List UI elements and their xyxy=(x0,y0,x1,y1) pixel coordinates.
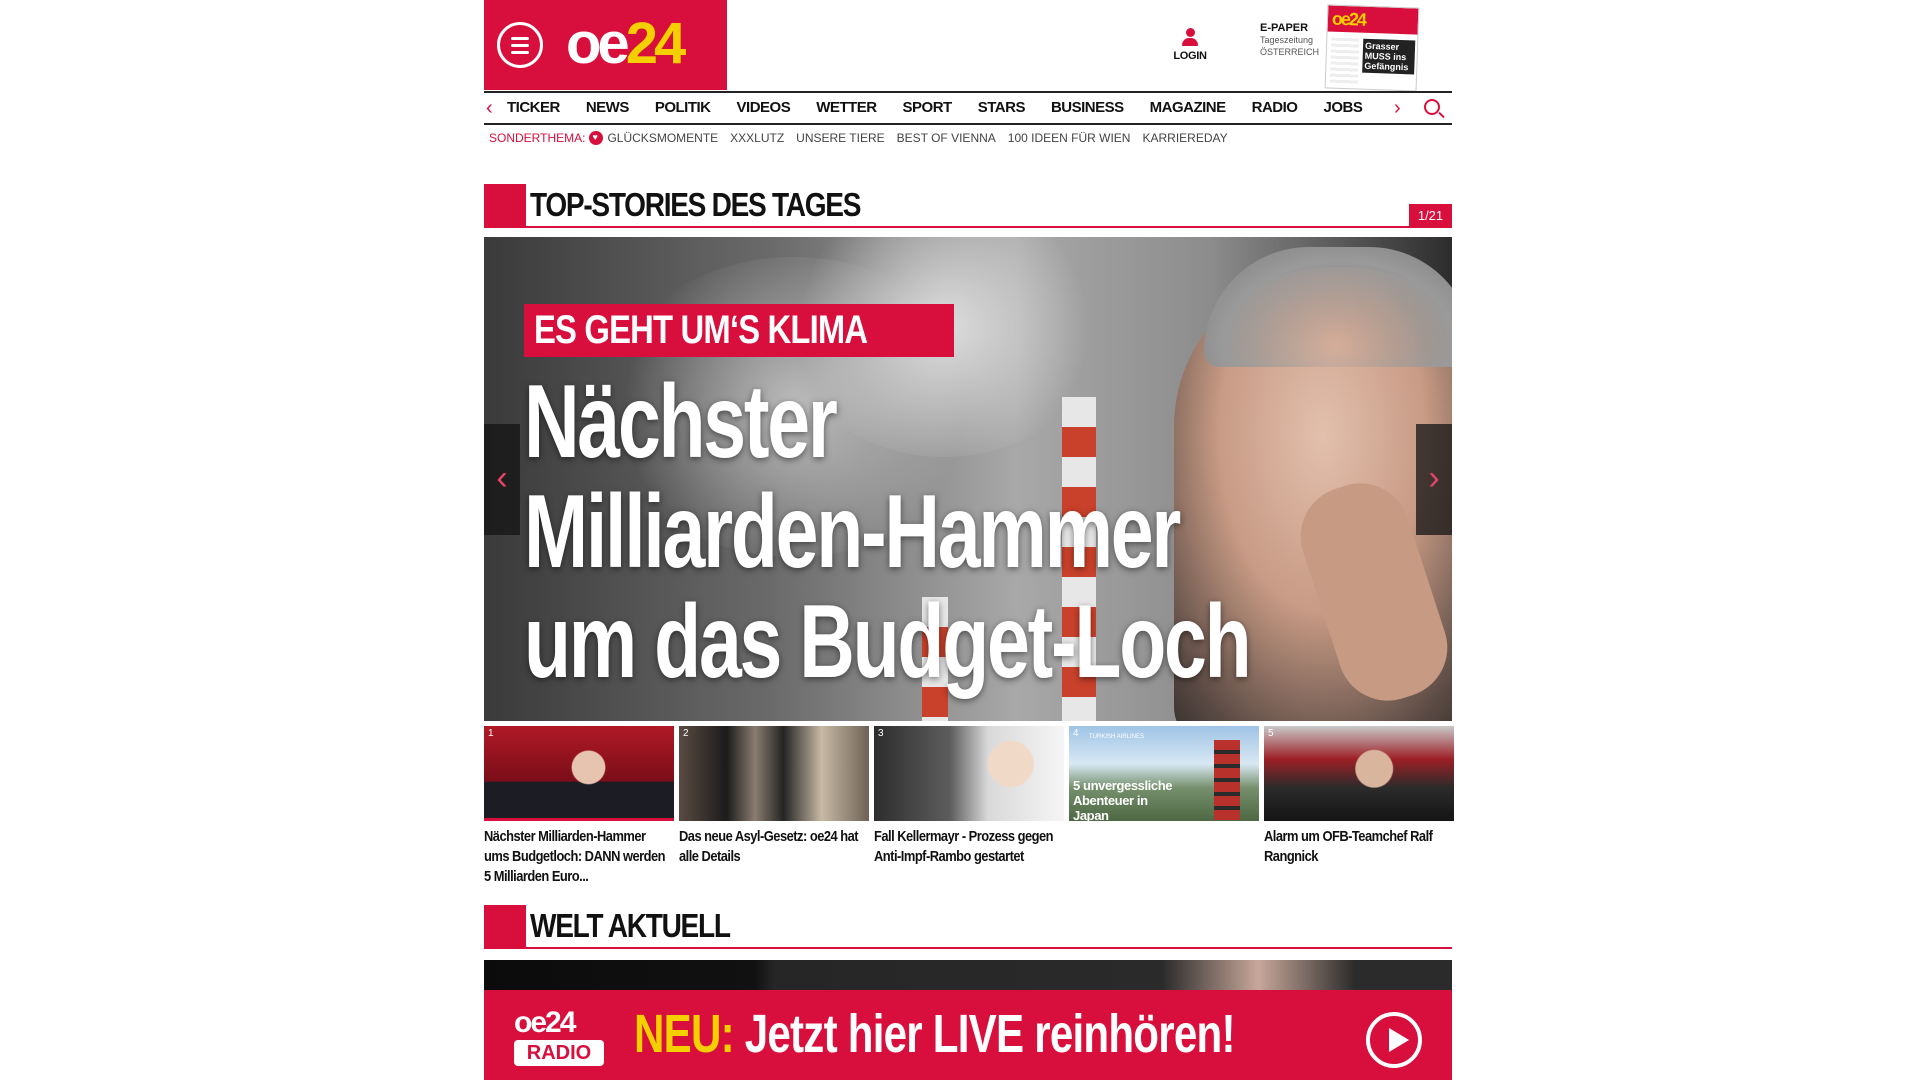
play-icon[interactable] xyxy=(1366,1012,1422,1068)
oe24-logo[interactable]: oe24 xyxy=(566,14,686,74)
radio-banner-text: NEU: Jetzt hier LIVE reinhören! xyxy=(634,1004,1235,1064)
hero-story[interactable]: ES GEHT UM‘S KLIMA Nächster Milliarden-H… xyxy=(484,237,1452,721)
nav-item-business[interactable]: BUSINESS xyxy=(1051,99,1124,116)
topic-karriereday[interactable]: KARRIEREDAY xyxy=(1142,131,1227,145)
teaser-image: 3 xyxy=(874,726,1064,821)
teaser-image: 4 TURKISH AIRLINES 5 unvergessliche Aben… xyxy=(1069,726,1259,821)
epaper-cover-thumbnail[interactable]: oe24 Grasser MUSS ins Gefängnis xyxy=(1324,4,1420,92)
teaser-image: 5 xyxy=(1264,726,1454,821)
welt-aktuell-header: WELT AKTUELL xyxy=(484,905,1452,949)
main-navigation: ‹ TICKER NEWS POLITIK VIDEOS WETTER SPOR… xyxy=(484,91,1452,125)
nav-item-jobs[interactable]: JOBS xyxy=(1323,99,1362,116)
nav-list: TICKER NEWS POLITIK VIDEOS WETTER SPORT … xyxy=(507,99,1388,116)
teaser-1[interactable]: 1 Nächster Milliarden-Hammer ums Budgetl… xyxy=(484,726,674,887)
teaser-4[interactable]: 4 TURKISH AIRLINES 5 unvergessliche Aben… xyxy=(1069,726,1259,887)
login-button[interactable]: LOGIN xyxy=(1168,28,1212,62)
section-marker xyxy=(484,905,526,949)
topic-100-ideen[interactable]: 100 IDEEN FÜR WIEN xyxy=(1008,131,1131,145)
special-topics-bar: SONDERTHEMA: GLÜCKSMOMENTE XXXLUTZ UNSER… xyxy=(489,131,1240,145)
page: oe24 LOGIN E-PAPER Tageszeitung ÖSTERREI… xyxy=(484,0,1454,1080)
carousel-prev-button[interactable]: ‹ xyxy=(484,424,520,535)
heart-icon xyxy=(589,131,604,145)
nav-item-magazine[interactable]: MAGAZINE xyxy=(1150,99,1227,116)
teaser-image: 2 xyxy=(679,726,869,821)
nav-item-politik[interactable]: POLITIK xyxy=(655,99,711,116)
teaser-caption: Nächster Milliarden-Hammer ums Budgetloc… xyxy=(484,828,666,885)
nav-item-news[interactable]: NEWS xyxy=(586,99,630,116)
topic-gluecksmomente[interactable]: GLÜCKSMOMENTE xyxy=(607,131,718,145)
slide-counter: 1/21 xyxy=(1409,204,1452,228)
nav-item-ticker[interactable]: TICKER xyxy=(507,99,560,116)
teaser-caption: Alarm um OFB-Teamchef Ralf Rangnick xyxy=(1264,828,1433,865)
teaser-2[interactable]: 2 Das neue Asyl-Gesetz: oe24 hat alle De… xyxy=(679,726,869,887)
nav-scroll-right-icon[interactable]: › xyxy=(1394,97,1401,120)
hero-kicker: ES GEHT UM‘S KLIMA xyxy=(524,304,954,357)
special-topic-label: SONDERTHEMA: xyxy=(489,131,586,145)
nav-item-wetter[interactable]: WETTER xyxy=(816,99,877,116)
hamburger-menu-icon[interactable] xyxy=(497,22,543,68)
nav-item-videos[interactable]: VIDEOS xyxy=(737,99,791,116)
sponsor-brand: TURKISH AIRLINES xyxy=(1089,734,1145,740)
nav-scroll-left-icon[interactable]: ‹ xyxy=(486,97,493,120)
story-teaser-row: 1 Nächster Milliarden-Hammer ums Budgetl… xyxy=(484,726,1454,887)
section-title: WELT AKTUELL xyxy=(530,907,731,944)
nav-item-sport[interactable]: SPORT xyxy=(903,99,953,116)
nav-item-radio[interactable]: RADIO xyxy=(1252,99,1298,116)
topic-best-of-vienna[interactable]: BEST OF VIENNA xyxy=(897,131,996,145)
epaper-cover-logo: oe24 xyxy=(1327,5,1419,35)
topic-unsere-tiere[interactable]: UNSERE TIERE xyxy=(796,131,884,145)
teaser-image: 1 xyxy=(484,726,674,821)
search-icon[interactable] xyxy=(1424,99,1440,115)
user-icon xyxy=(1181,28,1199,48)
epaper-cover-headline: Grasser MUSS ins Gefängnis xyxy=(1362,38,1416,75)
epaper-title: E-PAPER xyxy=(1260,22,1309,34)
header-logo-area: oe24 xyxy=(484,0,727,90)
teaser-caption: Das neue Asyl-Gesetz: oe24 hat alle Deta… xyxy=(679,828,859,865)
topic-xxxlutz[interactable]: XXXLUTZ xyxy=(730,131,784,145)
hero-headline[interactable]: Nächster Milliarden-Hammer um das Budget… xyxy=(524,367,1252,697)
radio-live-banner[interactable]: oe24 RADIO NEU: Jetzt hier LIVE reinhöre… xyxy=(484,990,1452,1080)
epaper-subtitle: Tageszeitung xyxy=(1260,35,1314,45)
top-stories-header: TOP-STORIES DES TAGES 1/21 xyxy=(484,184,1452,228)
section-title: TOP-STORIES DES TAGES xyxy=(530,186,861,223)
section-marker xyxy=(484,184,526,228)
teaser-overlay-text: 5 unvergessliche Abenteuer in Japan xyxy=(1073,778,1173,821)
login-label: LOGIN xyxy=(1173,50,1207,62)
teaser-3[interactable]: 3 Fall Kellermayr - Prozess gegen Anti-I… xyxy=(874,726,1064,887)
teaser-5[interactable]: 5 Alarm um OFB-Teamchef Ralf Rangnick xyxy=(1264,726,1454,887)
carousel-next-button[interactable]: › xyxy=(1416,424,1452,535)
teaser-caption: Fall Kellermayr - Prozess gegen Anti-Imp… xyxy=(874,828,1054,865)
nav-item-stars[interactable]: STARS xyxy=(978,99,1026,116)
epaper-link[interactable]: E-PAPER Tageszeitung ÖSTERREICH xyxy=(1260,22,1319,58)
epaper-brand: ÖSTERREICH xyxy=(1260,47,1320,57)
oe24-radio-logo: oe24 RADIO xyxy=(514,1008,606,1070)
